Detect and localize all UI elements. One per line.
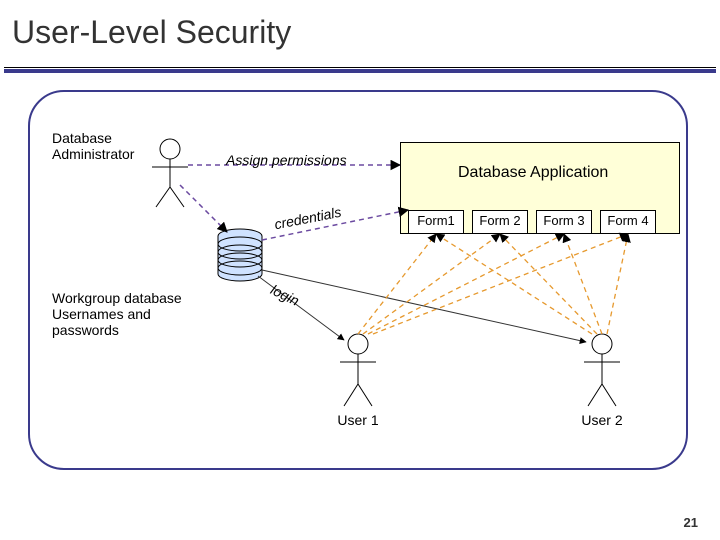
user2-stick-figure-icon bbox=[584, 334, 620, 406]
database-cylinder-icon bbox=[218, 229, 262, 281]
workgroup-label-line3: passwords bbox=[52, 322, 119, 339]
dba-stick-figure-icon bbox=[152, 139, 188, 207]
edge-label-assign-permissions: Assign permissions bbox=[226, 152, 347, 169]
content-frame: Database Application Form1 Form 2 Form 3… bbox=[28, 90, 688, 470]
user2-label: User 2 bbox=[580, 412, 624, 429]
user1-form-edges bbox=[358, 234, 628, 334]
edge-login-user2 bbox=[262, 270, 586, 342]
workgroup-label-line1: Workgroup database bbox=[52, 290, 182, 307]
slide: User-Level Security Database Application… bbox=[0, 0, 720, 540]
workgroup-label-line2: Usernames and bbox=[52, 306, 151, 323]
dba-label-line1: Database bbox=[52, 130, 112, 147]
user1-stick-figure-icon bbox=[340, 334, 376, 406]
title-underline bbox=[4, 69, 716, 73]
page-number: 21 bbox=[684, 515, 698, 530]
user1-label: User 1 bbox=[336, 412, 380, 429]
edge-dba-to-db bbox=[180, 185, 227, 232]
title-bar: User-Level Security bbox=[4, 8, 716, 68]
dba-label-line2: Administrator bbox=[52, 146, 134, 163]
slide-title: User-Level Security bbox=[4, 8, 716, 51]
